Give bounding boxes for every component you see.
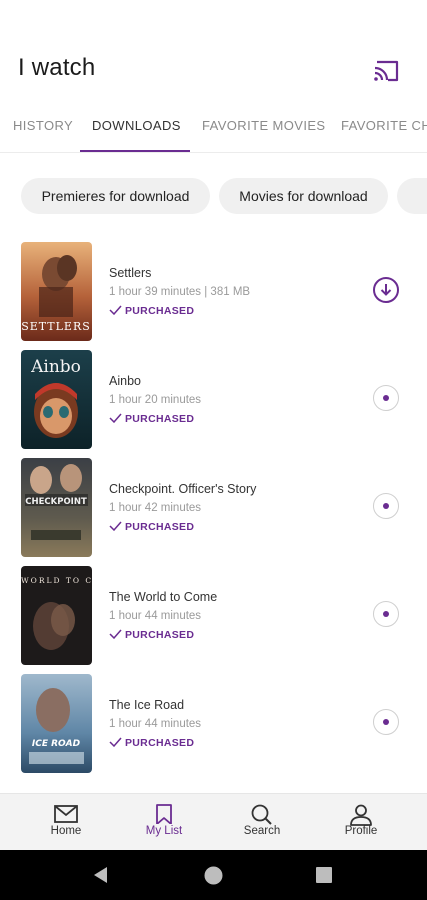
poster-title-text: ICE ROAD [32, 739, 81, 749]
movie-meta: 1 hour 44 minutes [109, 718, 202, 730]
poster-image: SETTLERS [21, 242, 92, 341]
movie-title: Ainbo [109, 374, 141, 388]
queued-download-button[interactable] [373, 385, 399, 411]
poster-image: Ainbo [21, 350, 92, 449]
tab-favorite-movies[interactable]: FAVORITE MOVIES [202, 118, 326, 133]
movie-title: Checkpoint. Officer's Story [109, 482, 257, 496]
tab-bar: HISTORY DOWNLOADS FAVORITE MOVIES FAVORI… [0, 105, 427, 153]
check-icon [109, 521, 122, 531]
active-tab-indicator [80, 150, 190, 152]
movie-title: The World to Come [109, 590, 218, 604]
movie-title: The Ice Road [109, 698, 185, 712]
chip-premieres-for-download[interactable]: Premieres for download [21, 178, 210, 214]
app-header: I watch [0, 0, 427, 105]
poster-image: ICE ROAD [21, 674, 92, 773]
movie-meta: 1 hour 44 minutes [109, 610, 202, 622]
movie-title: Settlers [109, 266, 152, 280]
queued-dot-icon [383, 395, 389, 401]
home-icon [54, 805, 78, 823]
queued-download-button[interactable] [373, 709, 399, 735]
chip-movies-for-download[interactable]: Movies for download [219, 178, 388, 214]
purchased-status: PURCHASED [109, 737, 194, 749]
nav-home[interactable]: Home [26, 794, 106, 851]
purchased-status: PURCHASED [109, 413, 194, 425]
tab-favorite-channels[interactable]: FAVORITE CHA [341, 118, 427, 133]
chip-more[interactable] [397, 178, 427, 214]
recents-icon[interactable] [316, 867, 332, 883]
bookmark-icon [156, 804, 172, 824]
download-button[interactable] [373, 277, 399, 303]
nav-label: Profile [344, 825, 378, 837]
list-item[interactable]: ICE ROAD The Ice Road 1 hour 44 minutes … [0, 672, 427, 773]
page-title: I watch [18, 54, 96, 81]
tab-downloads[interactable]: DOWNLOADS [92, 118, 181, 133]
back-icon[interactable] [92, 866, 110, 884]
movie-meta: 1 hour 42 minutes [109, 502, 202, 514]
queued-dot-icon [383, 611, 389, 617]
list-item[interactable]: CHECKPOINT Checkpoint. Officer's Story 1… [0, 456, 427, 557]
poster-title-text: THE WORLD TO COME [21, 576, 92, 585]
nav-search[interactable]: Search [222, 794, 302, 851]
filter-chips: Premieres for download Movies for downlo… [0, 178, 427, 216]
home-circle-icon[interactable] [203, 865, 224, 886]
queued-download-button[interactable] [373, 601, 399, 627]
poster-image: CHECKPOINT [21, 458, 92, 557]
movie-meta: 1 hour 39 minutes | 381 MB [109, 286, 251, 298]
poster-title-text: SETTLERS [21, 320, 91, 333]
download-arrow-icon [380, 284, 392, 296]
purchased-status: PURCHASED [109, 305, 194, 317]
purchased-status: PURCHASED [109, 629, 194, 641]
tab-history[interactable]: HISTORY [13, 118, 73, 133]
check-icon [109, 629, 122, 639]
list-item[interactable]: Ainbo Ainbo 1 hour 20 minutes PURCHASED [0, 348, 427, 449]
poster-image: THE WORLD TO COME [21, 566, 92, 665]
check-icon [109, 305, 122, 315]
check-icon [109, 737, 122, 747]
cast-icon[interactable] [374, 60, 400, 82]
poster-title-text: CHECKPOINT [25, 497, 87, 507]
nav-my-list[interactable]: My List [124, 794, 204, 851]
queued-dot-icon [383, 503, 389, 509]
search-icon [251, 804, 272, 825]
system-navigation-bar [0, 850, 427, 900]
check-icon [109, 413, 122, 423]
profile-icon [350, 804, 372, 826]
bottom-navigation: Home My List Search Profile [0, 793, 427, 850]
movie-meta: 1 hour 20 minutes [109, 394, 202, 406]
purchased-status: PURCHASED [109, 521, 194, 533]
nav-label: Search [243, 825, 281, 837]
queued-dot-icon [383, 719, 389, 725]
nav-label: Home [50, 825, 82, 837]
list-item[interactable]: THE WORLD TO COME The World to Come 1 ho… [0, 564, 427, 665]
nav-profile[interactable]: Profile [321, 794, 401, 851]
queued-download-button[interactable] [373, 493, 399, 519]
list-item[interactable]: SETTLERS Settlers 1 hour 39 minutes | 38… [0, 240, 427, 341]
nav-label: My List [145, 825, 183, 837]
poster-title-text: Ainbo [30, 357, 81, 377]
